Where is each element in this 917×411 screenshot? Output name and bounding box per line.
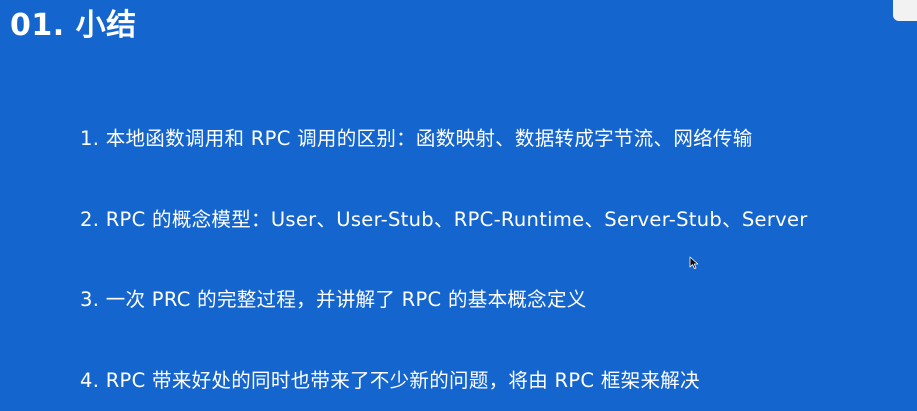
summary-list: 1. 本地函数调用和 RPC 调用的区别：函数映射、数据转成字节流、网络传输 2…	[80, 0, 910, 411]
slide: 01. 小结 1. 本地函数调用和 RPC 调用的区别：函数映射、数据转成字节流…	[0, 0, 917, 411]
mouse-pointer-icon	[689, 256, 699, 269]
summary-item-3: 3. 一次 PRC 的完整过程，并讲解了 RPC 的基本概念定义	[80, 288, 587, 311]
summary-item-4: 4. RPC 带来好处的同时也带来了不少新的问题，将由 RPC 框架来解决	[80, 369, 700, 392]
summary-item-1: 1. 本地函数调用和 RPC 调用的区别：函数映射、数据转成字节流、网络传输	[80, 127, 753, 150]
summary-item-2: 2. RPC 的概念模型：User、User-Stub、RPC-Runtime、…	[80, 208, 808, 231]
